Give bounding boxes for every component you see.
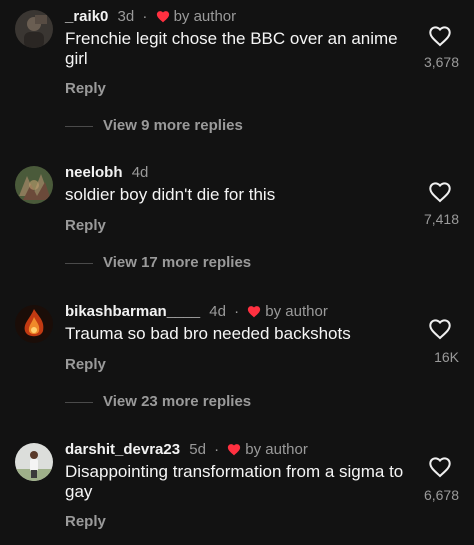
heart-outline-icon[interactable]	[428, 25, 452, 47]
by-author-label: by author	[173, 8, 237, 25]
reply-button[interactable]: Reply	[65, 217, 106, 234]
comment-text: Frenchie legit chose the BBC over an ani…	[65, 29, 398, 68]
separator-dot: ·	[234, 303, 240, 320]
avatar[interactable]	[15, 10, 53, 48]
timestamp: 4d	[209, 303, 226, 320]
heart-outline-icon[interactable]	[428, 181, 452, 203]
timestamp: 4d	[131, 164, 149, 181]
comment-text: Disappointing transformation from a sigm…	[65, 462, 404, 501]
heart-outline-icon[interactable]	[428, 456, 452, 478]
timestamp: 5d	[189, 441, 206, 458]
by-author-label: by author	[265, 303, 328, 320]
view-more-replies-label: View 9 more replies	[103, 117, 243, 134]
avatar-image	[15, 305, 53, 343]
reply-button[interactable]: Reply	[65, 513, 106, 530]
by-author-label: by author	[245, 441, 308, 458]
heart-filled-icon	[156, 11, 169, 23]
comment-text: Trauma so bad bro needed backshots	[65, 324, 351, 343]
like-count: 16K	[434, 349, 459, 365]
avatar-image	[15, 443, 53, 481]
like-count: 3,678	[423, 54, 459, 70]
comment-meta: bikashbarman____ 4d · by author	[65, 303, 328, 321]
avatar[interactable]	[15, 443, 53, 481]
heart-filled-icon	[228, 444, 241, 456]
heart-filled-icon	[248, 306, 261, 318]
comment-meta: _raik0 3d · by author	[65, 8, 236, 26]
username[interactable]: bikashbarman____	[65, 303, 200, 320]
comment-meta: darshit_devra23 5d · by author	[65, 441, 308, 459]
like-count: 6,678	[423, 487, 459, 503]
avatar[interactable]	[15, 305, 53, 343]
separator-dot: ·	[142, 8, 148, 25]
view-more-replies-label: View 17 more replies	[103, 254, 252, 271]
timestamp: 3d	[117, 8, 135, 25]
comment-text: soldier boy didn't die for this	[65, 185, 276, 204]
avatar-image	[15, 10, 53, 48]
reply-button[interactable]: Reply	[65, 356, 106, 373]
reply-button[interactable]: Reply	[65, 80, 106, 97]
username[interactable]: _raik0	[65, 8, 108, 25]
avatar[interactable]	[15, 166, 53, 204]
comments-feed: _raik0 3d · by author Frenchie legit cho…	[0, 0, 474, 545]
separator-dot: ·	[214, 441, 220, 458]
username[interactable]: darshit_devra23	[65, 441, 180, 458]
comment-meta: neelobh 4d	[65, 164, 148, 182]
view-more-replies-label: View 23 more replies	[103, 393, 252, 410]
divider-line	[65, 126, 93, 127]
heart-outline-icon[interactable]	[428, 318, 452, 340]
like-count: 7,418	[423, 211, 459, 227]
avatar-image	[15, 166, 53, 204]
username[interactable]: neelobh	[65, 164, 123, 181]
divider-line	[65, 402, 93, 403]
divider-line	[65, 263, 93, 264]
